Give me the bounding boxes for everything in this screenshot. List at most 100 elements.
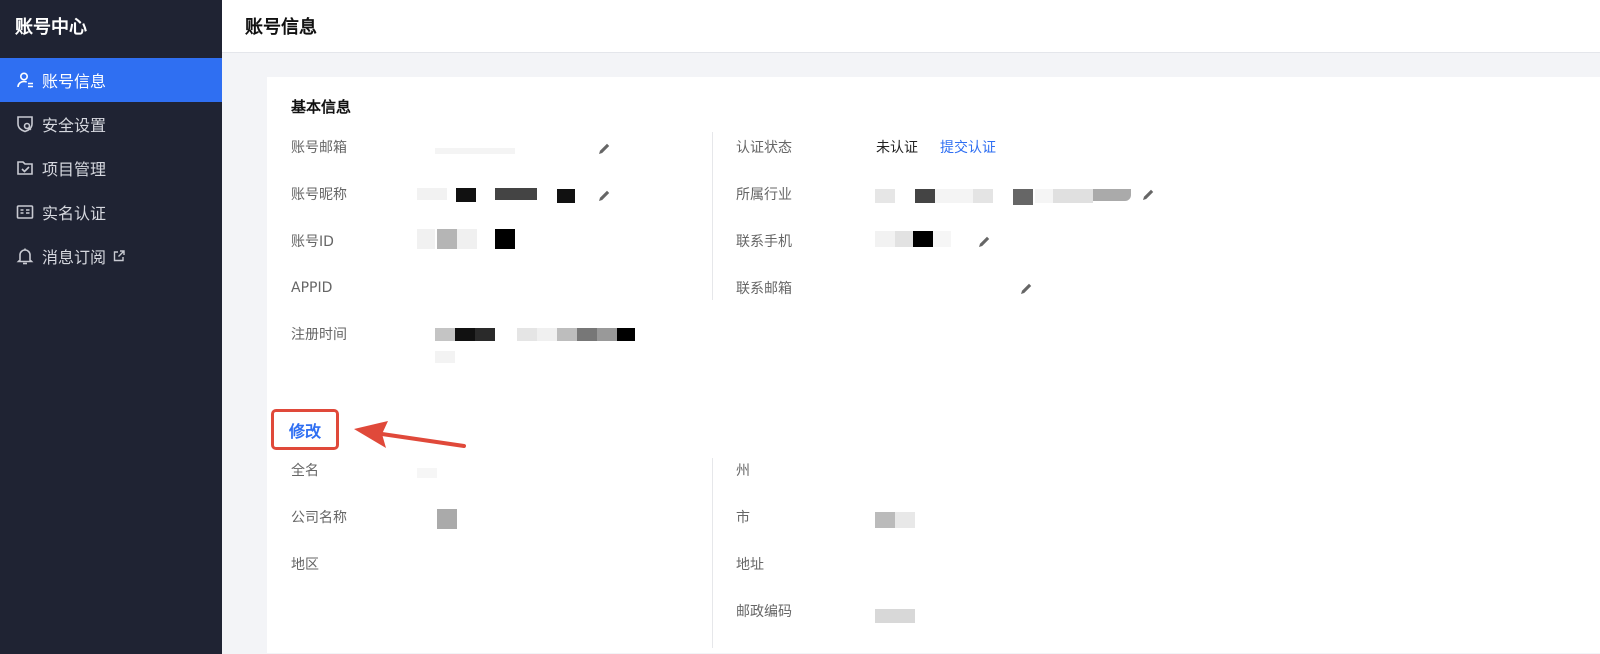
column-divider [712, 132, 713, 300]
masked-value [577, 328, 597, 341]
page-title: 账号信息 [245, 17, 317, 38]
edit-email-pencil-icon[interactable] [597, 141, 611, 155]
register-time-row: 注册时间 [291, 323, 436, 345]
city-label: 市 [736, 510, 750, 526]
masked-value [435, 328, 455, 341]
masked-value [517, 328, 537, 341]
masked-value [973, 189, 993, 203]
annotation-arrow-icon [354, 421, 466, 448]
sidebar-item-label: 账号信息 [42, 72, 107, 91]
masked-value [933, 231, 951, 247]
postcode-label: 邮政编码 [736, 604, 792, 620]
edit-nickname-pencil-icon[interactable] [597, 188, 611, 202]
company-name-label: 公司名称 [291, 510, 347, 526]
fullname-label: 全名 [291, 463, 319, 479]
sidebar-item-label: 项目管理 [42, 160, 107, 179]
state-label: 州 [736, 463, 750, 479]
edit-contact-email-pencil-icon[interactable] [1019, 281, 1033, 295]
city-row: 市 [736, 506, 876, 528]
masked-value [913, 231, 933, 247]
contact-email-row: 联系邮箱 [736, 277, 876, 299]
auth-status-row: 认证状态 未认证 提交认证 [736, 136, 996, 158]
company-name-row: 公司名称 [291, 506, 436, 528]
contact-email-label: 联系邮箱 [736, 281, 792, 297]
masked-value [1013, 189, 1033, 205]
state-row: 州 [736, 459, 876, 481]
id-card-icon [16, 203, 34, 221]
masked-value [557, 328, 577, 341]
edit-industry-pencil-icon[interactable] [1141, 187, 1155, 201]
account-nickname-row: 账号昵称 [291, 183, 436, 205]
edit-company-button[interactable]: 修改 [271, 409, 339, 450]
masked-value [597, 328, 617, 341]
sidebar-item-security[interactable]: 安全设置 [0, 102, 222, 146]
masked-value [895, 231, 913, 247]
shield-icon [16, 115, 34, 133]
sidebar-item-subscription[interactable]: 消息订阅 [0, 234, 222, 278]
contact-phone-label: 联系手机 [736, 234, 792, 250]
masked-value [1035, 189, 1053, 203]
masked-value [875, 609, 915, 623]
account-info-card: 基本信息 账号邮箱 账号昵称 账号ID APPID 注册时间 认证状态 未认证 [267, 77, 1600, 653]
masked-value [875, 512, 895, 528]
bell-icon [16, 247, 34, 265]
sidebar: 账号中心 账号信息 安全设置 项目管理 实名认证 消息订阅 [0, 0, 222, 654]
masked-value [495, 188, 537, 200]
masked-value [417, 468, 437, 478]
industry-label: 所属行业 [736, 187, 792, 203]
masked-value [557, 189, 575, 203]
postcode-row: 邮政编码 [736, 600, 876, 622]
masked-value [1093, 189, 1131, 201]
edit-phone-pencil-icon[interactable] [977, 234, 991, 248]
masked-value [417, 229, 435, 249]
contact-phone-row: 联系手机 [736, 230, 876, 252]
masked-value [537, 328, 557, 341]
submit-verification-link[interactable]: 提交认证 [940, 137, 996, 157]
masked-value [875, 231, 895, 247]
auth-status-value: 未认证 [876, 140, 918, 156]
auth-status-label: 认证状态 [736, 140, 792, 156]
account-email-label: 账号邮箱 [291, 140, 347, 156]
masked-value [1053, 189, 1093, 203]
basic-info-title: 基本信息 [291, 98, 352, 116]
sidebar-item-label: 实名认证 [42, 204, 107, 223]
masked-value [437, 229, 457, 249]
industry-row: 所属行业 [736, 183, 876, 205]
masked-value [617, 328, 635, 341]
sidebar-item-projects[interactable]: 项目管理 [0, 146, 222, 190]
masked-value [417, 188, 447, 200]
address-row: 地址 [736, 553, 876, 575]
appid-label: APPID [291, 280, 333, 296]
masked-value [875, 189, 895, 203]
masked-value [435, 351, 455, 363]
register-time-label: 注册时间 [291, 327, 347, 343]
account-id-row: 账号ID [291, 230, 436, 252]
folder-check-icon [16, 159, 34, 177]
address-label: 地址 [736, 557, 764, 573]
account-nickname-label: 账号昵称 [291, 187, 347, 203]
top-bar: 账号信息 [222, 0, 1600, 53]
masked-value [475, 328, 495, 341]
account-email-row: 账号邮箱 [291, 136, 436, 158]
masked-value [456, 188, 476, 202]
external-link-icon [113, 250, 125, 262]
fullname-row: 全名 [291, 459, 436, 481]
masked-value [455, 328, 475, 341]
masked-value [457, 229, 477, 249]
sidebar-item-verification[interactable]: 实名认证 [0, 190, 222, 234]
sidebar-item-account-info[interactable]: 账号信息 [0, 58, 222, 102]
sidebar-item-label: 消息订阅 [42, 248, 107, 267]
masked-value [915, 189, 935, 203]
sidebar-title: 账号中心 [15, 17, 87, 38]
column-divider [712, 458, 713, 648]
masked-value [935, 189, 973, 203]
region-label: 地区 [291, 557, 319, 573]
sidebar-item-label: 安全设置 [42, 116, 107, 135]
account-id-label: 账号ID [291, 234, 334, 250]
appid-row: APPID [291, 277, 436, 299]
user-icon [16, 71, 34, 89]
masked-value [435, 148, 515, 154]
masked-value [895, 512, 915, 528]
masked-value [495, 229, 515, 249]
masked-value [437, 509, 457, 529]
